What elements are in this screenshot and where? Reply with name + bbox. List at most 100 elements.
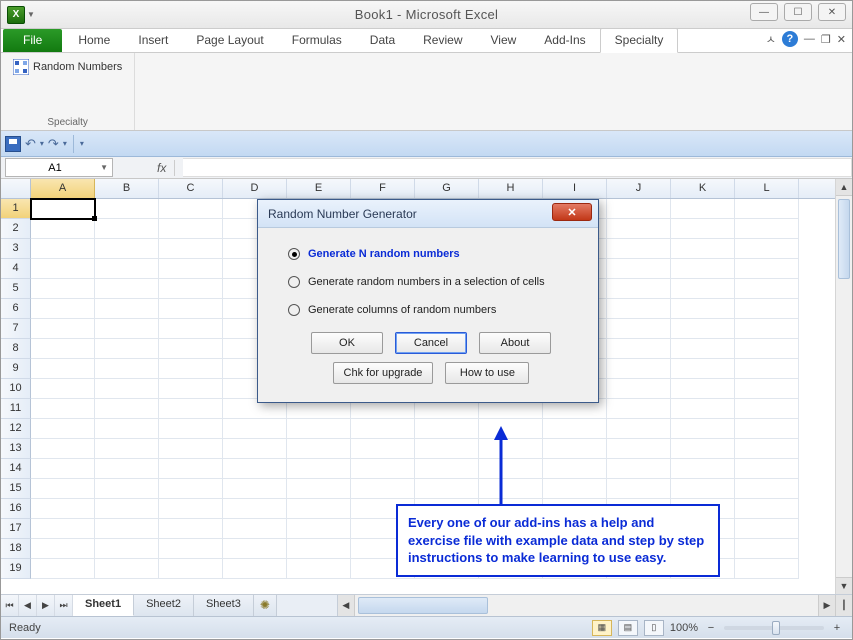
mdi-restore-icon[interactable]: ❐ [821,33,831,46]
cell[interactable] [607,319,671,339]
cell[interactable] [95,439,159,459]
cell[interactable] [159,199,223,219]
cell[interactable] [159,319,223,339]
row-header[interactable]: 16 [1,499,31,519]
cell[interactable] [287,559,351,579]
cell[interactable] [287,439,351,459]
cell[interactable] [415,479,479,499]
help-icon[interactable]: ? [782,31,798,47]
cell[interactable] [31,359,95,379]
vscroll-thumb[interactable] [838,199,850,279]
sheet-nav-next[interactable]: ▶ [37,595,55,616]
cell[interactable] [159,259,223,279]
cell[interactable] [671,439,735,459]
col-header-g[interactable]: G [415,179,479,198]
cell[interactable] [671,419,735,439]
cell[interactable] [735,299,799,319]
zoom-slider[interactable] [724,626,824,630]
cell[interactable] [415,419,479,439]
col-header-b[interactable]: B [95,179,159,198]
view-normal-button[interactable]: ▦ [592,620,612,636]
col-header-d[interactable]: D [223,179,287,198]
cell[interactable] [415,459,479,479]
cell[interactable] [479,439,543,459]
undo-button[interactable]: ↶ [23,136,38,152]
row-header[interactable]: 12 [1,419,31,439]
row-header[interactable]: 3 [1,239,31,259]
tab-add-ins[interactable]: Add-Ins [530,29,599,52]
scroll-left-icon[interactable]: ◀ [338,595,355,616]
window-maximize-button[interactable]: ☐ [784,3,812,21]
cell[interactable] [31,279,95,299]
cell[interactable] [95,239,159,259]
cell[interactable] [159,499,223,519]
cell[interactable] [479,479,543,499]
sheet-tab-3[interactable]: Sheet3 [194,595,254,616]
tab-data[interactable]: Data [356,29,409,52]
row-header[interactable]: 18 [1,539,31,559]
cell[interactable] [31,219,95,239]
scroll-right-icon[interactable]: ▶ [818,595,835,616]
formula-input[interactable] [183,158,852,177]
tab-home[interactable]: Home [64,29,124,52]
cell[interactable] [223,539,287,559]
cell[interactable] [95,519,159,539]
cell[interactable] [671,479,735,499]
cell[interactable] [735,399,799,419]
cell[interactable] [159,239,223,259]
cell[interactable] [607,339,671,359]
tab-formulas[interactable]: Formulas [278,29,356,52]
cell[interactable] [735,379,799,399]
cell[interactable] [95,259,159,279]
cell[interactable] [159,299,223,319]
cell[interactable] [95,399,159,419]
col-header-e[interactable]: E [287,179,351,198]
name-box-chevron-icon[interactable]: ▼ [100,163,108,172]
cell[interactable] [735,199,799,219]
cell[interactable] [735,539,799,559]
cell[interactable] [159,379,223,399]
cell[interactable] [735,259,799,279]
cell[interactable] [287,419,351,439]
cell[interactable] [607,479,671,499]
select-all-corner[interactable] [1,179,31,199]
cell[interactable] [735,479,799,499]
row-header[interactable]: 1 [1,199,31,219]
row-header[interactable]: 4 [1,259,31,279]
cell[interactable] [31,419,95,439]
cell[interactable] [223,439,287,459]
cell[interactable] [287,519,351,539]
cell[interactable] [31,319,95,339]
cell[interactable] [31,259,95,279]
ok-button[interactable]: OK [311,332,383,354]
cell[interactable] [607,199,671,219]
cell[interactable] [415,439,479,459]
cell[interactable] [607,219,671,239]
row-header[interactable]: 15 [1,479,31,499]
cell[interactable] [31,479,95,499]
cell[interactable] [735,519,799,539]
tab-page-layout[interactable]: Page Layout [182,29,277,52]
row-header[interactable]: 11 [1,399,31,419]
cell[interactable] [223,479,287,499]
window-minimize-button[interactable]: — [750,3,778,21]
cell[interactable] [351,419,415,439]
cell[interactable] [543,439,607,459]
col-header-f[interactable]: F [351,179,415,198]
save-icon[interactable] [5,136,21,152]
cell[interactable] [735,339,799,359]
scroll-split-icon[interactable]: ┃ [835,595,852,616]
hscroll-thumb[interactable] [358,597,488,614]
row-header[interactable]: 6 [1,299,31,319]
qat-customize-chevron-icon[interactable]: ▾ [80,139,84,148]
fx-icon[interactable]: fx [157,161,166,175]
cell[interactable] [735,459,799,479]
cell[interactable] [95,459,159,479]
tab-insert[interactable]: Insert [124,29,182,52]
cell[interactable] [671,299,735,319]
col-header-j[interactable]: J [607,179,671,198]
sheet-tab-2[interactable]: Sheet2 [134,595,194,616]
mdi-close-icon[interactable]: ✕ [837,33,846,46]
cell[interactable] [351,439,415,459]
radio-generate-selection[interactable]: Generate random numbers in a selection o… [288,276,574,288]
